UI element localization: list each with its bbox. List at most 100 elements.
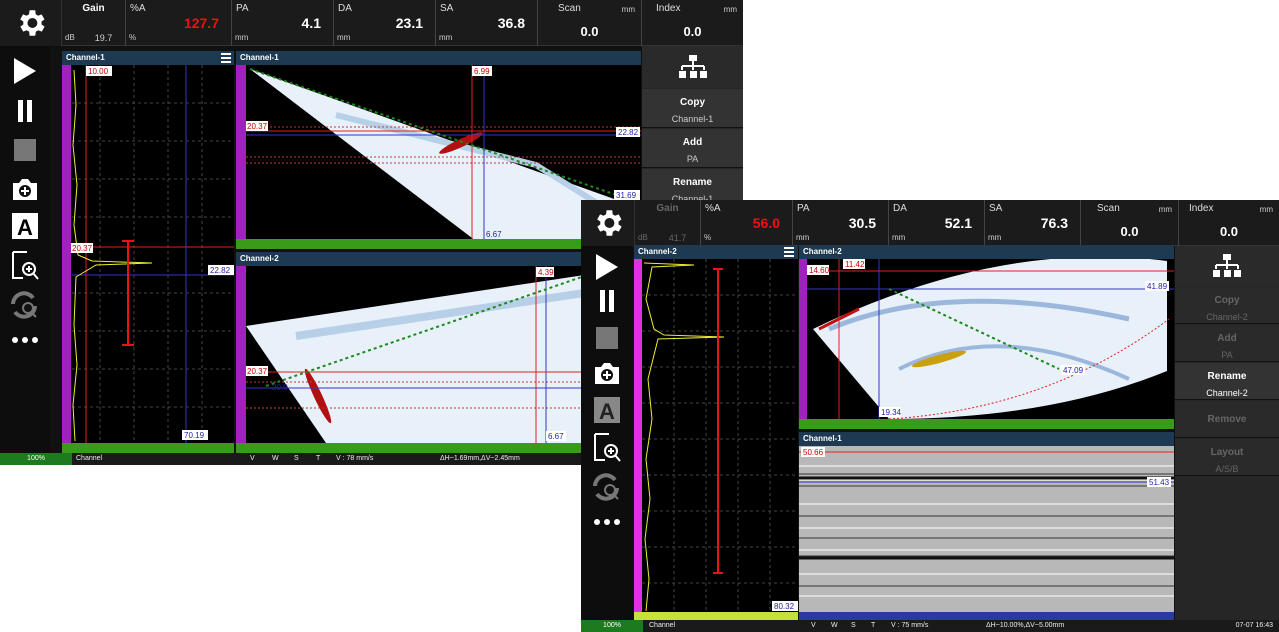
- ascan-panel[interactable]: 80.32: [634, 259, 798, 620]
- scan-label: Scan: [1097, 203, 1120, 214]
- ascan-plot: 80.32: [634, 259, 798, 620]
- index-unit: mm: [723, 5, 737, 14]
- camera-icon: [595, 363, 619, 384]
- view-v[interactable]: V: [811, 620, 816, 632]
- pause-button[interactable]: [0, 98, 50, 124]
- amplitude-field[interactable]: %A % 56.0: [701, 200, 793, 246]
- stop-button[interactable]: [0, 138, 50, 162]
- hamburger-icon[interactable]: [783, 246, 795, 258]
- pa-field[interactable]: PA mm 30.5: [793, 200, 889, 246]
- scan-unit: mm: [1158, 205, 1172, 214]
- more-button[interactable]: [581, 518, 633, 526]
- da-field[interactable]: DA mm 23.1: [334, 0, 436, 46]
- pa-unit: mm: [796, 233, 810, 242]
- zoom-page-button[interactable]: [581, 432, 633, 464]
- readout-bar: Gain dB 41.7 %A % 56.0 PA mm 30.5 DA mm …: [581, 200, 1279, 246]
- pa-unit: mm: [235, 33, 249, 42]
- svg-text:A: A: [599, 399, 615, 424]
- datetime: 07-07 16:43: [1235, 622, 1273, 629]
- snapshot-button[interactable]: [0, 176, 50, 202]
- copy-sub: Channel-1: [671, 114, 714, 124]
- da-field[interactable]: DA mm 52.1: [889, 200, 985, 246]
- amplitude-label: %A: [130, 3, 146, 14]
- hamburger-icon[interactable]: [220, 52, 232, 64]
- remove-menu-item[interactable]: Remove: [1175, 401, 1279, 438]
- index-label: Index: [656, 3, 681, 14]
- play-button[interactable]: [581, 252, 633, 282]
- view-t[interactable]: T: [871, 620, 875, 632]
- add-menu-item[interactable]: Add PA: [1175, 325, 1279, 362]
- pa-value: 4.1: [301, 15, 321, 31]
- sscan-mid-label: 47.09: [1063, 366, 1084, 375]
- pa-field[interactable]: PA mm 4.1: [232, 0, 334, 46]
- readout-bar: Gain dB 19.7 %A % 127.7 PA mm 4.1 DA mm …: [0, 0, 743, 46]
- sscan2-top-label: 4.39: [538, 268, 554, 277]
- sscan1-bottom-label: 6.67: [486, 230, 502, 239]
- amplitude-value: 56.0: [752, 215, 780, 231]
- pause-button[interactable]: [581, 288, 633, 314]
- channel-label: Channel: [76, 455, 103, 462]
- amplitude-field[interactable]: %A % 127.7: [126, 0, 232, 46]
- copy-menu-item[interactable]: Copy Channel-2: [1175, 287, 1279, 324]
- layout-sub: A/S/B: [1215, 464, 1239, 474]
- snapshot-button[interactable]: [581, 360, 633, 386]
- view-w[interactable]: W: [272, 453, 279, 465]
- sscan-top-label: 11.42: [845, 260, 865, 269]
- amplitude-value: 127.7: [183, 15, 219, 31]
- view-s[interactable]: S: [851, 620, 856, 632]
- view-w[interactable]: W: [831, 620, 838, 632]
- text-annotation-button[interactable]: A: [0, 212, 50, 240]
- scan-field[interactable]: Scan mm 0.0: [538, 0, 642, 46]
- settings-button[interactable]: [0, 0, 62, 46]
- channel-tree-button[interactable]: [642, 46, 743, 88]
- sa-value: 36.8: [497, 15, 525, 31]
- battery-indicator: 100%: [0, 453, 72, 465]
- ascan-panel[interactable]: 10.00 20.37 22.82 70.19: [62, 65, 234, 453]
- sa-field[interactable]: SA mm 76.3: [985, 200, 1081, 246]
- sscan-panel[interactable]: 14.60 11.42 41.89 47.09 19.34: [799, 259, 1174, 429]
- channel-tree-button[interactable]: [1175, 246, 1279, 286]
- toolbar: A: [0, 46, 50, 453]
- ascan-gate-label: 10.00: [88, 67, 109, 76]
- play-button[interactable]: [0, 56, 50, 86]
- da-value: 23.1: [395, 15, 423, 31]
- cscan-panel[interactable]: 50.66 51.43: [799, 446, 1174, 620]
- copy-label: Copy: [1214, 295, 1240, 306]
- pa-label: PA: [236, 3, 249, 14]
- view-s[interactable]: S: [294, 453, 299, 465]
- gear-icon: [19, 10, 45, 36]
- sscan1-right-label: 22.82: [618, 128, 639, 137]
- sscan-bottom-label: 19.34: [881, 408, 902, 417]
- layout-menu-item[interactable]: Layout A/S/B: [1175, 439, 1279, 476]
- text-a-icon: A: [594, 397, 620, 424]
- more-button[interactable]: [0, 336, 50, 344]
- index-field[interactable]: Index mm 0.0: [1179, 200, 1279, 246]
- stop-button[interactable]: [581, 326, 633, 350]
- text-annotation-button[interactable]: A: [581, 396, 633, 424]
- refresh-zoom-icon: [593, 473, 619, 501]
- sa-unit: mm: [439, 33, 453, 42]
- zoom-page-button[interactable]: [0, 250, 50, 282]
- ascan-bottom-label: 70.19: [184, 431, 205, 440]
- copy-menu-item[interactable]: Copy Channel-1: [642, 89, 743, 128]
- settings-button[interactable]: [581, 200, 635, 246]
- zoom-reset-button[interactable]: [581, 472, 633, 502]
- status-bar: 100% Channel V W S T V : 75 mm/s ΔH~10.0…: [581, 620, 1279, 632]
- delta-readout: ΔH~10.00%,ΔV~5.00mm: [986, 622, 1065, 629]
- index-label: Index: [1189, 203, 1214, 214]
- zoom-reset-button[interactable]: [0, 290, 50, 320]
- gain-field[interactable]: Gain dB 41.7: [635, 200, 701, 246]
- sscan-tl-label: 14.60: [809, 266, 830, 275]
- view-t[interactable]: T: [316, 453, 320, 465]
- index-field[interactable]: Index mm 0.0: [642, 0, 743, 46]
- sa-label: SA: [440, 3, 454, 14]
- rename-menu-item[interactable]: Rename Channel-2: [1175, 363, 1279, 400]
- ascan-title: Channel-1: [62, 51, 234, 65]
- view-v[interactable]: V: [250, 453, 255, 465]
- add-menu-item[interactable]: Add PA: [642, 129, 743, 168]
- sa-field[interactable]: SA mm 36.8: [436, 0, 538, 46]
- pa-value: 30.5: [848, 215, 876, 231]
- scan-field[interactable]: Scan mm 0.0: [1081, 200, 1179, 246]
- da-value: 52.1: [944, 215, 972, 231]
- gain-field[interactable]: Gain dB 19.7: [62, 0, 126, 46]
